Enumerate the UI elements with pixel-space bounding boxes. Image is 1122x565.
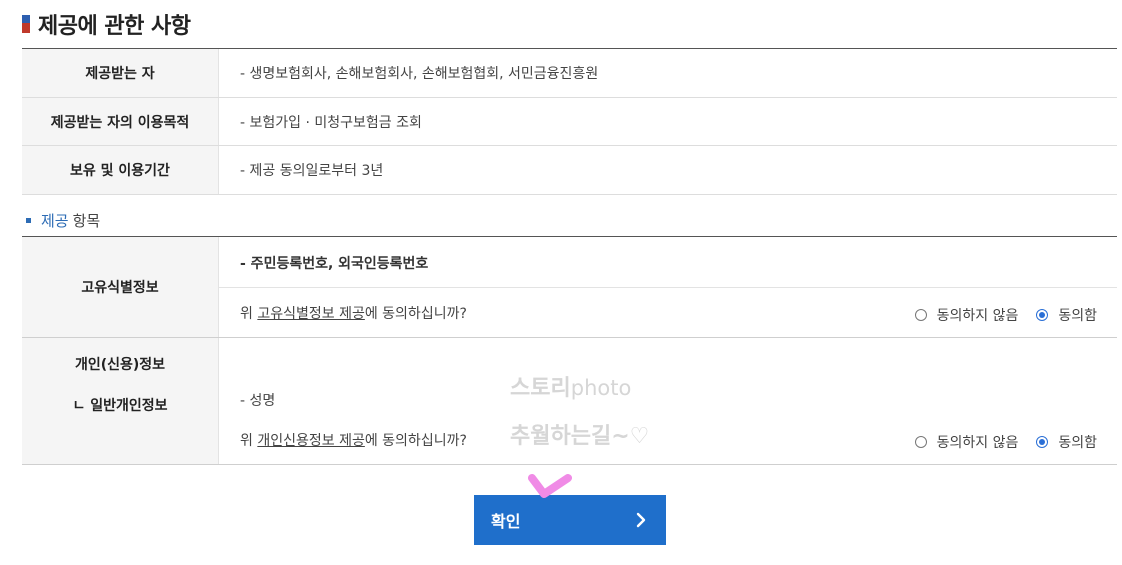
consent-block-unique-id: 고유식별정보 - 주민등록번호, 외국인등록번호 위 고유식별정보 제공에 동의… bbox=[22, 237, 1117, 338]
table-row: 제공받는 자의 이용목적 - 보험가입 · 미청구보험금 조회 bbox=[22, 97, 1117, 147]
consent-label-personal-credit: 개인(신용)정보 ㄴ 일반개인정보 bbox=[22, 338, 219, 464]
watermark-line-2: 추월하는길~♡ bbox=[510, 424, 650, 449]
checkmark-icon bbox=[528, 474, 572, 498]
consent-sub-label: ㄴ 일반개인정보 bbox=[72, 398, 168, 414]
row-divider bbox=[219, 287, 1117, 288]
consent-radio-group: 동의하지 않음 동의함 bbox=[914, 432, 1097, 452]
consent-detail: - 성명 bbox=[240, 393, 276, 409]
radio-agree[interactable] bbox=[1036, 309, 1049, 321]
radio-agree-label[interactable]: 동의함 bbox=[1058, 432, 1097, 452]
table-row: 보유 및 이용기간 - 제공 동의일로부터 3년 bbox=[22, 146, 1117, 196]
consent-body: - 주민등록번호, 외국인등록번호 위 고유식별정보 제공에 동의하십니까? 동… bbox=[219, 237, 1117, 337]
row-value-retention: - 제공 동의일로부터 3년 bbox=[240, 163, 384, 180]
radio-disagree[interactable] bbox=[914, 436, 927, 448]
consent-question: 위 개인신용정보 제공에 동의하십니까? bbox=[240, 430, 467, 450]
row-header-retention: 보유 및 이용기간 bbox=[22, 146, 219, 195]
confirm-button-label: 확인 bbox=[491, 512, 521, 531]
title-marker-icon bbox=[22, 15, 30, 33]
consent-label-text: 개인(신용)정보 bbox=[74, 357, 166, 373]
items-title-highlight: 제공 bbox=[41, 211, 69, 230]
row-value-recipient: - 생명보험회사, 손해보험회사, 손해보험협회, 서민금융진흥원 bbox=[240, 65, 599, 82]
info-table: 제공받는 자 - 생명보험회사, 손해보험회사, 손해보험협회, 서민금융진흥원… bbox=[22, 48, 1117, 196]
consent-question: 위 고유식별정보 제공에 동의하십니까? bbox=[240, 303, 467, 323]
section-title: 제공에 관한 사항 bbox=[38, 14, 191, 39]
consent-detail: - 주민등록번호, 외국인등록번호 bbox=[240, 256, 429, 272]
radio-disagree-label[interactable]: 동의하지 않음 bbox=[937, 432, 1019, 452]
radio-agree[interactable] bbox=[1036, 436, 1049, 448]
consent-label-text: 고유식별정보 bbox=[81, 280, 159, 296]
question-prefix: 위 bbox=[240, 306, 258, 322]
question-link[interactable]: 개인신용정보 제공 bbox=[257, 433, 365, 449]
radio-disagree[interactable] bbox=[914, 309, 927, 321]
consent-label-unique-id: 고유식별정보 bbox=[22, 237, 219, 337]
watermark-photo: photo bbox=[570, 376, 632, 400]
bullet-icon bbox=[26, 217, 31, 223]
watermark-line-1: 스토리photo bbox=[510, 370, 631, 402]
items-title-rest: 항목 bbox=[72, 211, 101, 230]
row-value-purpose: - 보험가입 · 미청구보험금 조회 bbox=[240, 114, 422, 131]
question-suffix: 에 동의하십니까? bbox=[364, 433, 467, 449]
section-header: 제공에 관한 사항 bbox=[22, 8, 191, 40]
chevron-right-icon bbox=[636, 512, 646, 528]
watermark-main: 스토리 bbox=[510, 376, 571, 401]
consent-radio-group: 동의하지 않음 동의함 bbox=[914, 305, 1097, 325]
row-header-purpose: 제공받는 자의 이용목적 bbox=[22, 97, 219, 146]
items-section-title: 제공 항목 bbox=[26, 210, 100, 230]
question-link[interactable]: 고유식별정보 제공 bbox=[257, 306, 365, 322]
table-row: 제공받는 자 - 생명보험회사, 손해보험회사, 손해보험협회, 서민금융진흥원 bbox=[22, 49, 1117, 98]
radio-agree-label[interactable]: 동의함 bbox=[1058, 305, 1097, 325]
question-suffix: 에 동의하십니까? bbox=[364, 306, 467, 322]
question-prefix: 위 bbox=[240, 433, 258, 449]
radio-disagree-label[interactable]: 동의하지 않음 bbox=[937, 305, 1019, 325]
row-header-recipient: 제공받는 자 bbox=[22, 49, 219, 97]
consent-body: - 성명 위 개인신용정보 제공에 동의하십니까? 동의하지 않음 동의함 bbox=[219, 338, 1117, 464]
